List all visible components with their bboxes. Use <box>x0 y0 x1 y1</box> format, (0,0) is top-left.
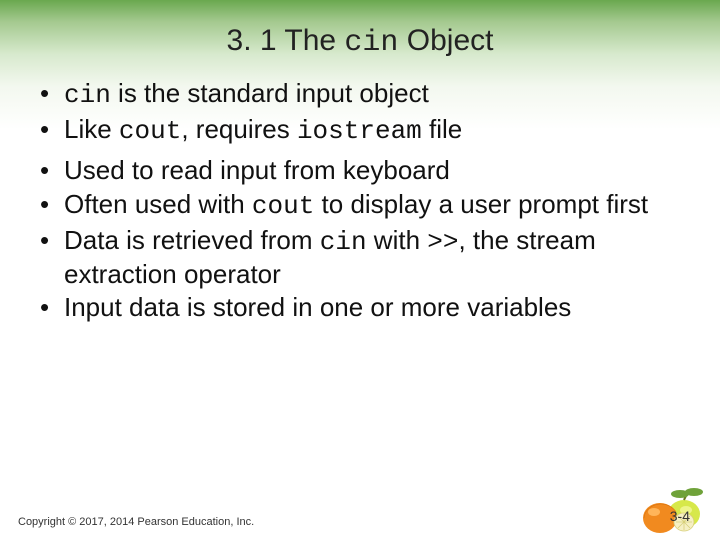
bullet-text: Like <box>64 114 119 144</box>
bullet-text: file <box>422 114 462 144</box>
code-text: cout <box>119 116 181 146</box>
bullet-text: Used to read input from keyboard <box>64 155 450 185</box>
code-text: cout <box>252 191 314 221</box>
fruit-icon <box>630 474 710 534</box>
bullet-text: Often used with <box>64 189 252 219</box>
bullet-text: , requires <box>181 114 297 144</box>
page-number: 3-4 <box>670 508 690 524</box>
list-item: Input data is stored in one or more vari… <box>36 292 684 324</box>
code-text: >> <box>427 227 458 257</box>
title-code: cin <box>344 26 398 60</box>
list-item: Like cout, requires iostream file <box>36 114 684 148</box>
code-text: cin <box>320 227 367 257</box>
bullet-text: Data is retrieved from <box>64 225 320 255</box>
title-pre: 3. 1 The <box>227 24 345 57</box>
slide-body: cin is the standard input object Like co… <box>0 70 720 324</box>
title-post: Object <box>398 24 493 57</box>
list-item: Data is retrieved from cin with >>, the … <box>36 225 684 290</box>
slide-title: 3. 1 The cin Object <box>0 0 720 70</box>
bullet-list: cin is the standard input object Like co… <box>36 78 684 324</box>
list-item: Used to read input from keyboard <box>36 155 684 187</box>
bullet-text: is the standard input object <box>111 78 429 108</box>
bullet-text: Input data is stored in one or more vari… <box>64 292 571 322</box>
slide: 3. 1 The cin Object cin is the standard … <box>0 0 720 540</box>
code-text: iostream <box>297 116 422 146</box>
list-item: cin is the standard input object <box>36 78 684 112</box>
code-text: cin <box>64 80 111 110</box>
bullet-text: to display a user prompt first <box>314 189 648 219</box>
copyright-text: Copyright © 2017, 2014 Pearson Education… <box>18 516 254 528</box>
bullet-text: with <box>367 225 428 255</box>
list-item: Often used with cout to display a user p… <box>36 189 684 223</box>
